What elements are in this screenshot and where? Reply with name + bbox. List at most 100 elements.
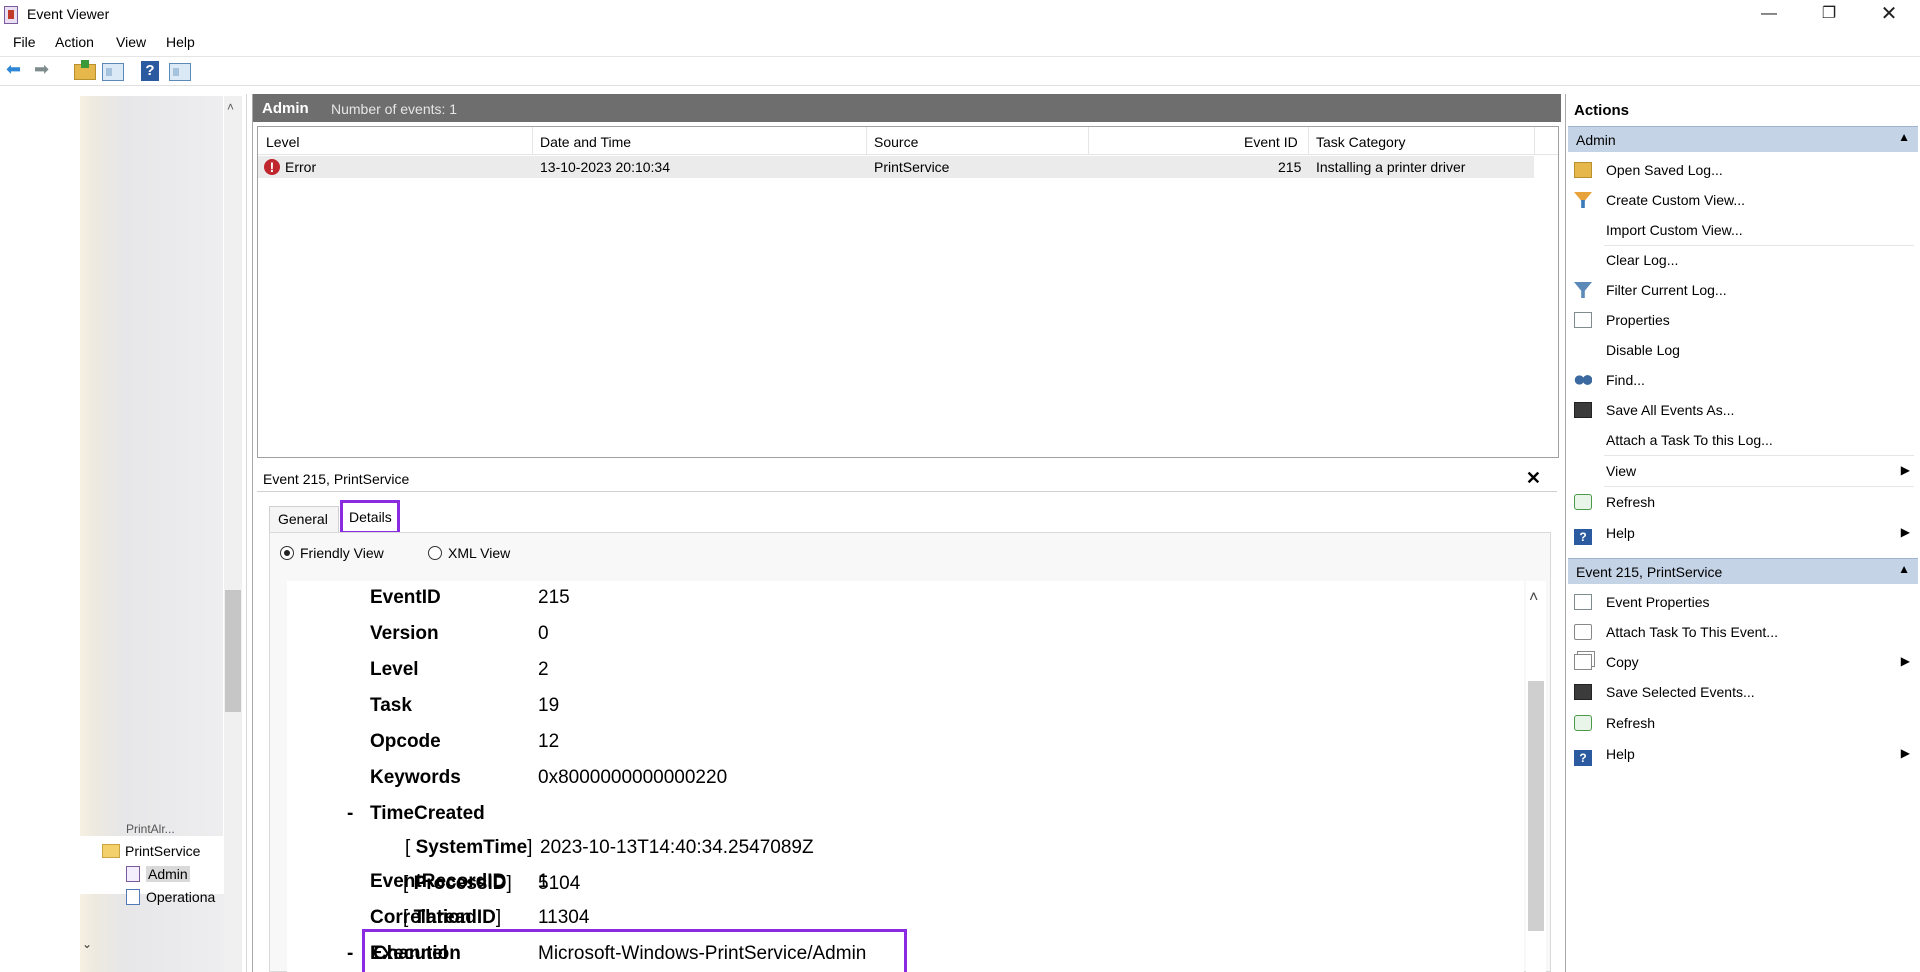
tree-item-operational[interactable]: Operationa	[126, 889, 224, 905]
save-icon	[1574, 684, 1592, 700]
friendly-view-bottom-rows: [ ProcessID] 5104 [ ThreadID] 11304 Chan…	[285, 873, 1522, 972]
tab-details[interactable]: Details	[340, 500, 400, 534]
field-value: 215	[538, 587, 570, 608]
blurred-tree-items	[80, 96, 223, 836]
window-title: Event Viewer	[27, 6, 110, 22]
actions-section-admin[interactable]: Admin ▲	[1568, 126, 1918, 152]
scroll-up-icon[interactable]: ˄	[1529, 589, 1538, 607]
field-key: Level	[370, 659, 419, 680]
show-hide-action-pane-icon[interactable]	[169, 63, 191, 81]
title-bar: Event Viewer — ❐ ✕	[0, 0, 1920, 30]
table-row[interactable]: ! Error 13-10-2023 20:10:34 PrintService…	[258, 156, 1534, 178]
tab-general[interactable]: General	[269, 506, 339, 532]
error-icon: !	[264, 159, 280, 175]
refresh-icon	[1574, 715, 1592, 731]
action-event-properties[interactable]: Event Properties	[1574, 594, 1914, 610]
field-key: TimeCreated	[370, 803, 485, 824]
scroll-thumb[interactable]	[1528, 681, 1544, 931]
field-value: 11304	[538, 907, 590, 928]
field-attr: [ SystemTime]	[405, 837, 533, 858]
scroll-up-icon[interactable]: ˄	[227, 100, 234, 114]
menu-bar: File Action View Help	[0, 32, 1920, 54]
refresh-icon	[1574, 494, 1592, 510]
properties-icon	[1574, 594, 1592, 610]
event-count: Number of events: 1	[331, 101, 458, 117]
submenu-arrow-icon: ▶	[1900, 654, 1910, 668]
log-icon	[126, 889, 140, 905]
field-key: Task	[370, 695, 412, 716]
field-value: 0x8000000000000220	[538, 767, 728, 788]
action-copy[interactable]: Copy ▶	[1574, 654, 1914, 670]
menu-action[interactable]: Action	[55, 34, 94, 50]
show-hide-console-tree-icon[interactable]	[102, 63, 124, 81]
center-pane: Admin Number of events: 1 Level Date and…	[252, 94, 1561, 972]
forward-arrow-icon[interactable]	[34, 59, 56, 81]
xml-view-radio[interactable]: XML View	[428, 545, 510, 561]
friendly-view-radio[interactable]: Friendly View	[280, 545, 384, 561]
collapse-up-icon[interactable]: ▲	[1898, 130, 1910, 144]
field-value: 2023-10-13T14:40:34.2547089Z	[540, 837, 814, 858]
properties-icon	[1574, 312, 1592, 328]
collapse-up-icon[interactable]: ▲	[1898, 562, 1910, 576]
tree-item-printservice[interactable]: PrintService	[102, 843, 200, 859]
chevron-down-icon[interactable]: ⌄	[82, 937, 92, 951]
filter-icon	[1574, 282, 1592, 298]
action-open-saved-log[interactable]: Open Saved Log...	[1574, 162, 1914, 178]
log-icon	[126, 866, 140, 882]
tree-item-admin[interactable]: Admin	[126, 866, 190, 882]
action-refresh-event[interactable]: Refresh	[1574, 715, 1914, 731]
col-source[interactable]: Source	[874, 134, 918, 150]
minimize-button[interactable]: —	[1740, 0, 1798, 30]
action-attach-task-event[interactable]: Attach Task To This Event...	[1574, 624, 1914, 640]
col-datetime[interactable]: Date and Time	[540, 134, 631, 150]
details-scrollbar[interactable]: ˄	[1526, 581, 1546, 972]
action-refresh[interactable]: Refresh	[1574, 494, 1914, 510]
menu-view[interactable]: View	[116, 34, 146, 50]
tree-item-partial[interactable]: PrintAlr...	[126, 822, 175, 836]
action-save-all-events[interactable]: Save All Events As...	[1574, 402, 1914, 418]
task-clock-icon	[1574, 624, 1592, 640]
event-detail-header: Event 215, PrintService ✕	[257, 466, 1557, 492]
maximize-button[interactable]: ❐	[1800, 0, 1858, 30]
up-folder-icon[interactable]	[74, 60, 96, 80]
cell-source: PrintService	[874, 159, 950, 175]
action-properties[interactable]: Properties	[1574, 312, 1914, 328]
scroll-thumb[interactable]	[225, 590, 241, 712]
collapse-toggle[interactable]: -	[347, 803, 353, 825]
action-filter-current-log[interactable]: Filter Current Log...	[1574, 282, 1914, 298]
cell-level: Error	[285, 159, 317, 175]
cell-event-id: 215	[1278, 159, 1302, 175]
col-task-category[interactable]: Task Category	[1316, 134, 1405, 150]
menu-file[interactable]: File	[13, 34, 36, 50]
col-level[interactable]: Level	[266, 134, 299, 150]
field-key: Opcode	[370, 731, 441, 752]
field-key: Keywords	[370, 767, 461, 788]
submenu-arrow-icon: ▶	[1900, 525, 1910, 539]
table-header: Level Date and Time Source Event ID Task…	[258, 127, 1558, 155]
field-attr: [ ProcessID]	[403, 873, 512, 894]
cell-datetime: 13-10-2023 20:10:34	[540, 159, 670, 175]
field-key: EventID	[370, 587, 441, 608]
action-create-custom-view[interactable]: Create Custom View...	[1574, 192, 1914, 208]
tree-scrollbar[interactable]: ˄	[224, 96, 242, 972]
close-detail-icon[interactable]: ✕	[1526, 468, 1541, 489]
action-help-event[interactable]: ? Help ▶	[1574, 746, 1914, 766]
help-icon[interactable]: ?	[141, 61, 159, 81]
action-help[interactable]: ? Help ▶	[1574, 525, 1914, 545]
cell-task-category: Installing a printer driver	[1316, 159, 1466, 175]
help-icon: ?	[1574, 750, 1592, 766]
col-event-id[interactable]: Event ID	[1244, 134, 1298, 150]
toolbar: ?	[0, 56, 1920, 86]
back-arrow-icon[interactable]	[6, 59, 28, 81]
action-find[interactable]: Find...	[1574, 372, 1914, 388]
action-save-selected-events[interactable]: Save Selected Events...	[1574, 684, 1914, 700]
console-tree: PrintAlr... ⌄ PrintService Admin Operati…	[0, 94, 247, 972]
open-folder-icon	[1574, 162, 1592, 178]
close-window-button[interactable]: ✕	[1860, 0, 1918, 30]
log-name: Admin	[262, 100, 309, 117]
field-value: 12	[538, 731, 560, 752]
blurred-tree-items-bottom	[80, 894, 228, 972]
events-table: Level Date and Time Source Event ID Task…	[257, 126, 1559, 458]
actions-section-event[interactable]: Event 215, PrintService ▲	[1568, 558, 1918, 584]
menu-help[interactable]: Help	[166, 34, 195, 50]
